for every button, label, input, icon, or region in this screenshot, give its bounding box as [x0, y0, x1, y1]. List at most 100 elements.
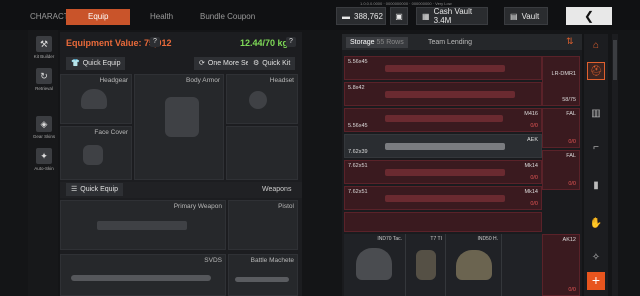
list-icon: ☰ [71, 186, 78, 193]
shop-button[interactable]: ▣ [390, 7, 408, 25]
gear-skins-button[interactable]: ◈ Gear Skins [32, 116, 56, 139]
gear-row: IND70 Tac. T7 TI IND50 H. [344, 234, 542, 296]
weapon-name: FAL [566, 111, 576, 117]
retrieval-button[interactable]: ↻ Retrieval [32, 68, 56, 91]
kit-builder-button[interactable]: ⚒ Kit Builder [32, 36, 56, 59]
tab-team-lending[interactable]: Team Lending [424, 37, 476, 48]
machete-icon [235, 277, 289, 282]
storage-row[interactable] [344, 212, 542, 232]
tab-health[interactable]: Health [150, 9, 173, 25]
scrollbar-thumb[interactable] [613, 40, 617, 80]
caliber-text: 5.56x45 [348, 59, 368, 65]
tab-storage[interactable]: Storage 55 Rows [346, 37, 408, 48]
weapon-name: Mk14 [524, 189, 538, 195]
refresh-icon: ⟳ [199, 60, 205, 67]
caliber-text: 7.62x51 [348, 163, 368, 169]
sort-icon[interactable]: ⇅ [566, 36, 574, 47]
quick-kit-button[interactable]: ⚙ Quick Kit [248, 57, 296, 70]
primary-weapon-label: Primary Weapon [173, 203, 222, 210]
gear-item[interactable]: IND50 H. [446, 234, 502, 296]
pistol-slot[interactable]: Pistol [228, 200, 298, 250]
tab-equip[interactable]: Equip [66, 9, 131, 25]
headset-icon [249, 91, 267, 109]
quick-kit-label: Quick Kit [262, 60, 291, 67]
eagle-filter-icon[interactable]: ✧ [587, 248, 605, 266]
storage-row[interactable]: 5.8x42 [344, 82, 542, 106]
storage-item-tall[interactable]: LR-DMR1 58/75 [542, 56, 580, 106]
ammo-count: 0/0 [568, 139, 576, 145]
retrieval-icon: ↻ [36, 68, 52, 84]
quick-equip-button[interactable]: 👕 Quick Equip [66, 57, 126, 70]
version-text: 1.0.0.0.0000 · 0000000000 · 000000000 · … [360, 1, 452, 6]
caliber-text: 5.8x42 [348, 85, 365, 91]
secondary-weapon-slot[interactable]: SVDS [60, 254, 226, 296]
ammo-count: 0/0 [530, 201, 538, 207]
storage-row[interactable]: 7.62x51 Mk14 0/0 [344, 160, 542, 184]
shop-icon: ▣ [395, 11, 403, 21]
weight-help-button[interactable]: ? [286, 37, 296, 47]
headgear-slot[interactable]: Headgear [60, 74, 132, 124]
storage-item-tall[interactable]: FAL 0/0 [542, 150, 580, 190]
melee-slot[interactable]: Battle Machete [228, 254, 298, 296]
storage-tab-label: Storage [350, 39, 375, 46]
headgear-label: Headgear [99, 77, 128, 84]
storage-row[interactable]: 5.56x45 M416 0/0 [344, 108, 542, 132]
helmet-icon [81, 89, 107, 109]
rifle-icon [97, 221, 187, 230]
empty-slot[interactable] [226, 126, 298, 180]
hand-filter-icon[interactable]: ✋ [587, 214, 605, 232]
storage-row[interactable]: 7.62x39 AEK [344, 134, 542, 158]
gear-item[interactable]: T7 TI [406, 234, 446, 296]
pistol-label: Pistol [278, 203, 294, 210]
body-armor-slot[interactable]: Body Armor [134, 74, 224, 180]
weapons-quick-equip-label: Quick Equip [80, 186, 119, 193]
storage-row[interactable]: 5.56x45 [344, 56, 542, 80]
kit-builder-icon: ⚒ [36, 36, 52, 52]
weapons-title: Weapons [262, 186, 292, 193]
add-button[interactable]: + [587, 272, 605, 290]
value-help-button[interactable]: ? [150, 37, 160, 47]
gear-skins-label: Gear Skins [32, 134, 56, 139]
kit-builder-label: Kit Builder [33, 54, 55, 59]
vault-icon: ▤ [510, 11, 518, 21]
ammo-filter-icon[interactable]: ▮ [587, 176, 605, 194]
ammo-count: 0/0 [530, 123, 538, 129]
headset-slot[interactable]: Headset [226, 74, 298, 124]
helmet-filter-icon[interactable]: ⛑ [587, 62, 605, 80]
weapon-name: AK12 [562, 237, 576, 243]
caliber-text: 7.62x51 [348, 189, 368, 195]
cash-icon: ▬ [342, 11, 350, 21]
ammo-count: 58/75 [562, 97, 576, 103]
weapon-name: LR-DMR1 [551, 71, 576, 77]
ammo-count: 0/0 [568, 181, 576, 187]
sniper-icon [71, 275, 211, 281]
rifle-icon [385, 169, 505, 176]
storage-item-tall[interactable]: AK12 0/0 [542, 234, 580, 296]
hat-filter-icon[interactable]: ⌂ [587, 36, 605, 54]
weapon-name: FAL [566, 153, 576, 159]
vault-label: Vault [521, 11, 540, 21]
caliber-text: 7.62x39 [348, 149, 368, 155]
vault-button[interactable]: ▤ Vault [504, 7, 548, 25]
gun-filter-icon[interactable]: ⌐ [587, 138, 605, 156]
auto-skin-button[interactable]: ✦ Auto-Skin [32, 148, 56, 171]
cash-vault-label: Cash Vault 3.4M [433, 7, 473, 25]
weapon-name: M416 [524, 111, 538, 117]
back-button[interactable]: ❮ [566, 7, 612, 25]
weight-value: 12.44/70 kg [240, 38, 289, 48]
tab-bundle-coupon[interactable]: Bundle Coupon [200, 9, 255, 25]
cash-vault-button[interactable]: ▦ Cash Vault 3.4M [416, 7, 488, 25]
storage-row[interactable]: 7.62x51 Mk14 0/0 [344, 186, 542, 210]
auto-skin-label: Auto-Skin [34, 166, 54, 171]
rifle-icon [385, 115, 503, 122]
rows-badge: 55 Rows [376, 39, 404, 46]
rifle-icon [385, 91, 515, 98]
mask-icon [83, 145, 103, 165]
vest-filter-icon[interactable]: ▥ [587, 104, 605, 122]
face-cover-slot[interactable]: Face Cover [60, 126, 132, 180]
primary-weapon-slot[interactable]: Primary Weapon [60, 200, 226, 250]
gear-item[interactable]: IND70 Tac. [344, 234, 406, 296]
face-cover-label: Face Cover [94, 129, 128, 136]
weapons-quick-equip-button[interactable]: ☰ Quick Equip [66, 183, 124, 196]
storage-item-tall[interactable]: FAL 0/0 [542, 108, 580, 148]
